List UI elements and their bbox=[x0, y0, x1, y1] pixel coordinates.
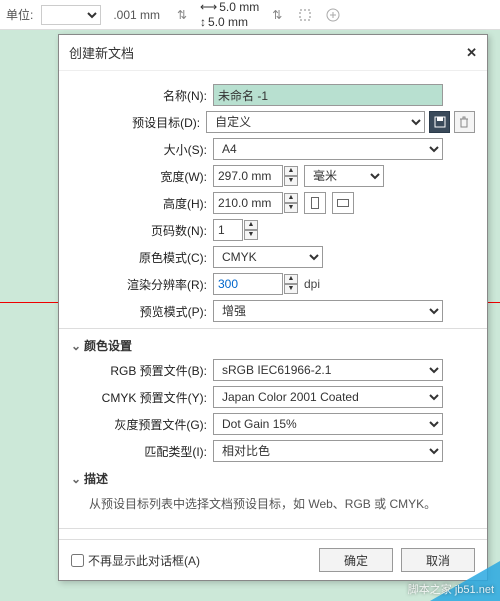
res-spinner[interactable]: ▲▼ bbox=[284, 274, 298, 294]
watermark-text: 脚本之家 jb51.net bbox=[408, 581, 494, 597]
orientation-portrait[interactable] bbox=[304, 192, 326, 214]
pages-label: 页码数(N): bbox=[71, 222, 213, 239]
gray-label: 灰度预置文件(G): bbox=[71, 416, 213, 433]
res-unit: dpi bbox=[304, 277, 320, 291]
dialog-title: 创建新文档 bbox=[69, 43, 134, 62]
ok-button[interactable]: 确定 bbox=[319, 548, 393, 572]
save-preset-button[interactable] bbox=[429, 111, 450, 133]
close-icon[interactable]: ✕ bbox=[466, 45, 477, 61]
spinner-icon-2[interactable]: ⇅ bbox=[267, 5, 287, 25]
rgb-label: RGB 预置文件(B): bbox=[71, 362, 213, 379]
pages-input[interactable] bbox=[213, 219, 243, 241]
description-text: 从预设目标列表中选择文档预设目标，如 Web、RGB 或 CMYK。 bbox=[71, 491, 475, 522]
dy-value: 5.0 mm bbox=[208, 15, 248, 29]
snap-icon[interactable] bbox=[295, 5, 315, 25]
pages-spinner[interactable]: ▲▼ bbox=[244, 220, 258, 240]
width-label: 宽度(W): bbox=[71, 168, 213, 185]
width-input[interactable] bbox=[213, 165, 283, 187]
name-input[interactable] bbox=[213, 84, 443, 106]
spinner-icon[interactable]: ⇅ bbox=[172, 5, 192, 25]
height-label: 高度(H): bbox=[71, 195, 213, 212]
width-unit-select[interactable]: 毫米 bbox=[304, 165, 384, 187]
height-spinner[interactable]: ▲▼ bbox=[284, 193, 298, 213]
cmyk-select[interactable]: Japan Color 2001 Coated bbox=[213, 386, 443, 408]
preset-label: 预设目标(D): bbox=[71, 114, 206, 131]
res-label: 渲染分辨率(R): bbox=[71, 276, 213, 293]
preset-select[interactable]: 自定义 bbox=[206, 111, 425, 133]
nudge-x-icon: ⟷ bbox=[200, 0, 217, 14]
color-section-header[interactable]: ⌄颜色设置 bbox=[71, 337, 475, 354]
colormode-label: 原色模式(C): bbox=[71, 249, 213, 266]
rgb-select[interactable]: sRGB IEC61966-2.1 bbox=[213, 359, 443, 381]
intent-label: 匹配类型(I): bbox=[71, 443, 213, 460]
nudge-y-icon: ↕ bbox=[200, 15, 206, 29]
colormode-select[interactable]: CMYK bbox=[213, 246, 323, 268]
unit-select[interactable] bbox=[41, 5, 101, 25]
intent-select[interactable]: 相对比色 bbox=[213, 440, 443, 462]
caret-icon: ⌄ bbox=[71, 339, 80, 353]
new-document-dialog: 创建新文档 ✕ 名称(N): 预设目标(D): 自定义 大小(S): A4 宽度… bbox=[58, 34, 488, 581]
orientation-landscape[interactable] bbox=[332, 192, 354, 214]
cmyk-label: CMYK 预置文件(Y): bbox=[71, 389, 213, 406]
dx-value: 5.0 mm bbox=[219, 0, 259, 14]
dont-show-input[interactable] bbox=[71, 554, 84, 567]
unit-label: 单位: bbox=[6, 6, 33, 23]
caret-icon: ⌄ bbox=[71, 472, 80, 486]
size-select[interactable]: A4 bbox=[213, 138, 443, 160]
add-icon[interactable] bbox=[323, 5, 343, 25]
precision-value: .001 mm bbox=[109, 8, 164, 22]
desc-section-header[interactable]: ⌄描述 bbox=[71, 470, 475, 487]
width-spinner[interactable]: ▲▼ bbox=[284, 166, 298, 186]
dont-show-checkbox[interactable]: 不再显示此对话框(A) bbox=[71, 552, 200, 569]
preview-label: 预览模式(P): bbox=[71, 303, 213, 320]
preview-select[interactable]: 增强 bbox=[213, 300, 443, 322]
res-input[interactable] bbox=[213, 273, 283, 295]
top-toolbar: 单位: .001 mm ⇅ ⟷5.0 mm ↕5.0 mm ⇅ bbox=[0, 0, 500, 30]
height-input[interactable] bbox=[213, 192, 283, 214]
name-label: 名称(N): bbox=[71, 87, 213, 104]
delete-preset-button[interactable] bbox=[454, 111, 475, 133]
size-label: 大小(S): bbox=[71, 141, 213, 158]
gray-select[interactable]: Dot Gain 15% bbox=[213, 413, 443, 435]
